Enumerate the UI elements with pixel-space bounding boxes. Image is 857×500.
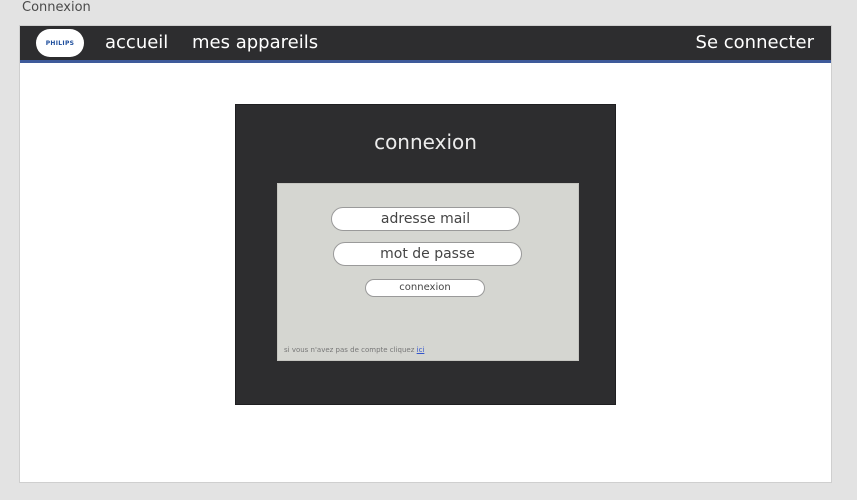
signup-link[interactable]: ici <box>417 346 425 354</box>
login-panel: connexion connexion si vous n'avez pas d… <box>235 104 616 405</box>
nav-link-home[interactable]: accueil <box>105 32 168 54</box>
signup-note: si vous n'avez pas de compte cliquez ici <box>284 346 424 355</box>
nav-link-login[interactable]: Se connecter <box>696 32 814 54</box>
top-navbar: PHILIPS accueil mes appareils Se connect… <box>20 26 831 63</box>
login-form: connexion si vous n'avez pas de compte c… <box>277 183 579 361</box>
login-title: connexion <box>374 130 477 154</box>
app-frame: PHILIPS accueil mes appareils Se connect… <box>19 25 832 483</box>
login-submit-button[interactable]: connexion <box>365 279 485 297</box>
password-field[interactable] <box>333 242 522 266</box>
nav-link-devices[interactable]: mes appareils <box>192 32 318 54</box>
window-title: Connexion <box>22 0 91 15</box>
signup-text: si vous n'avez pas de compte cliquez <box>284 346 417 354</box>
email-field[interactable] <box>331 207 520 231</box>
logo-text: PHILIPS <box>45 39 75 47</box>
philips-logo[interactable]: PHILIPS <box>36 29 84 57</box>
